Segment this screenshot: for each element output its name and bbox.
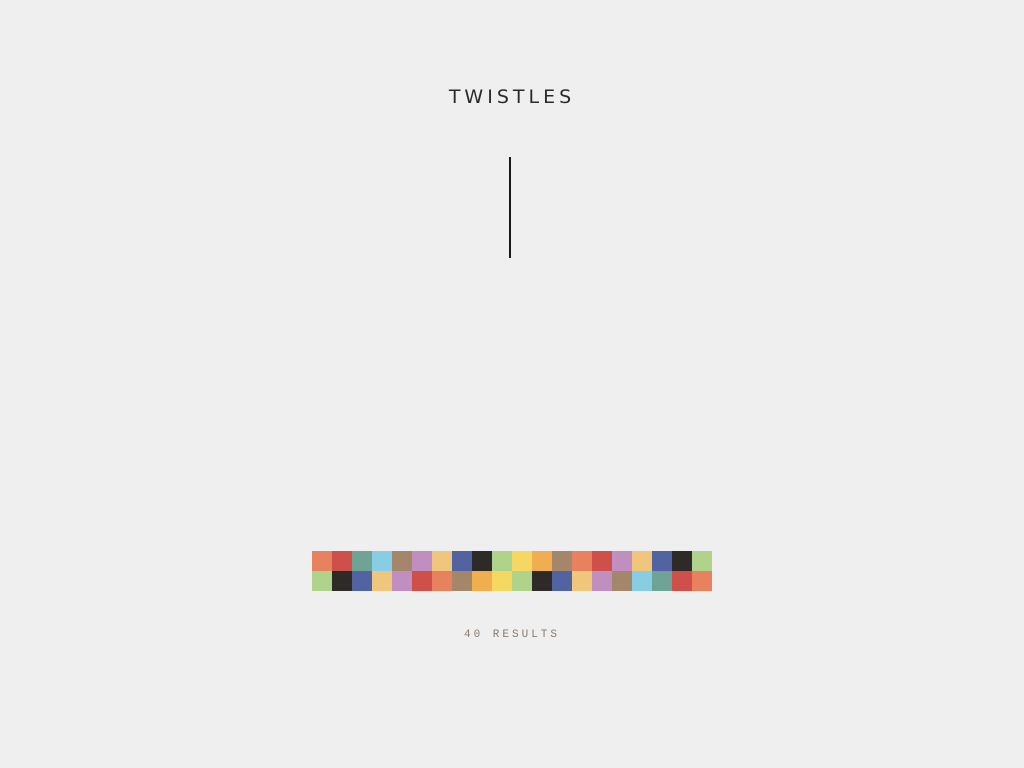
color-swatch[interactable] xyxy=(452,551,472,571)
color-swatch[interactable] xyxy=(312,571,332,591)
color-swatch[interactable] xyxy=(672,551,692,571)
color-swatch[interactable] xyxy=(352,551,372,571)
color-swatch[interactable] xyxy=(432,551,452,571)
color-swatch[interactable] xyxy=(312,551,332,571)
color-swatch[interactable] xyxy=(432,571,452,591)
color-swatch[interactable] xyxy=(492,571,512,591)
color-swatch[interactable] xyxy=(532,551,552,571)
color-swatch[interactable] xyxy=(652,571,672,591)
color-swatch[interactable] xyxy=(332,571,352,591)
color-swatch[interactable] xyxy=(412,551,432,571)
color-swatch[interactable] xyxy=(692,551,712,571)
color-swatch[interactable] xyxy=(452,571,472,591)
color-swatch[interactable] xyxy=(632,551,652,571)
page-title: TWISTLES xyxy=(448,86,576,108)
color-swatch[interactable] xyxy=(672,571,692,591)
color-swatch[interactable] xyxy=(412,571,432,591)
color-swatch[interactable] xyxy=(472,551,492,571)
color-swatch[interactable] xyxy=(552,551,572,571)
color-swatch[interactable] xyxy=(512,551,532,571)
color-swatch[interactable] xyxy=(552,571,572,591)
color-swatch[interactable] xyxy=(612,571,632,591)
color-swatch[interactable] xyxy=(572,551,592,571)
color-swatch[interactable] xyxy=(332,551,352,571)
color-swatch[interactable] xyxy=(572,571,592,591)
vertical-divider xyxy=(509,157,511,258)
color-swatch[interactable] xyxy=(472,571,492,591)
color-swatch[interactable] xyxy=(392,551,412,571)
color-swatch[interactable] xyxy=(492,551,512,571)
color-swatch-grid xyxy=(312,551,712,591)
color-swatch[interactable] xyxy=(612,551,632,571)
color-swatch[interactable] xyxy=(652,551,672,571)
color-swatch[interactable] xyxy=(632,571,652,591)
color-swatch[interactable] xyxy=(592,551,612,571)
color-swatch[interactable] xyxy=(372,551,392,571)
color-swatch[interactable] xyxy=(372,571,392,591)
results-count: 40 RESULTS xyxy=(463,629,560,641)
color-swatch[interactable] xyxy=(692,571,712,591)
color-swatch[interactable] xyxy=(592,571,612,591)
color-swatch[interactable] xyxy=(512,571,532,591)
color-swatch[interactable] xyxy=(532,571,552,591)
color-swatch[interactable] xyxy=(352,571,372,591)
color-swatch[interactable] xyxy=(392,571,412,591)
